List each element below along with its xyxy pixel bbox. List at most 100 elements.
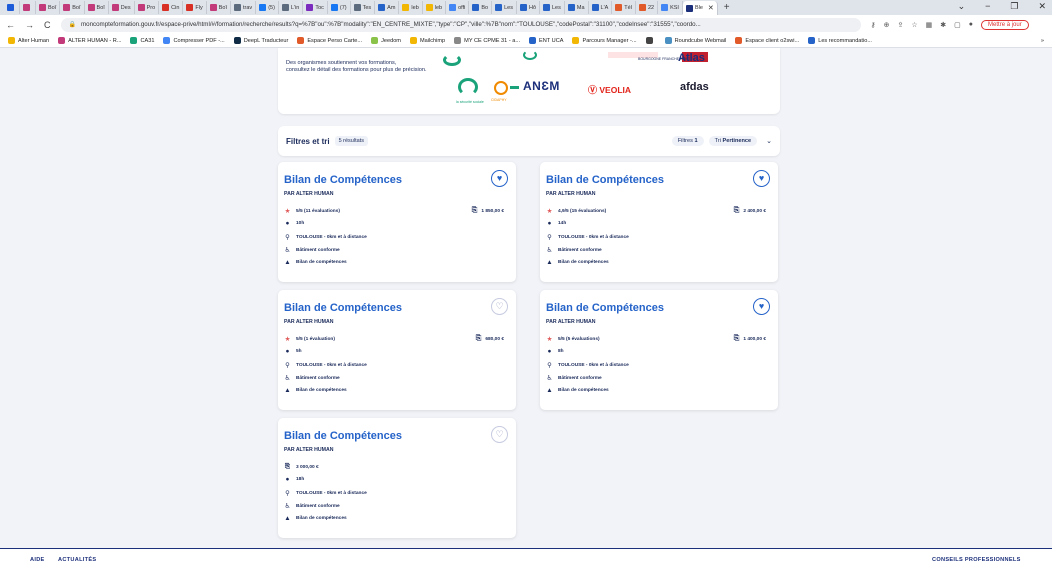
- browser-tab[interactable]: Hô: [517, 1, 540, 14]
- browser-tab[interactable]: Les: [492, 1, 517, 14]
- extension-icon[interactable]: ▦: [926, 21, 933, 29]
- bookmark-item[interactable]: CA31: [130, 37, 154, 44]
- puzzle-icon[interactable]: ✱: [940, 21, 946, 29]
- close-tab-icon[interactable]: ✕: [708, 4, 714, 12]
- browser-tab[interactable]: Am: [375, 1, 400, 14]
- bookmark-star-icon[interactable]: ☆: [911, 21, 917, 29]
- bookmark-item[interactable]: ALTER HUMAN - R...: [58, 37, 121, 44]
- card-organisation: PAR ALTER HUMAN: [284, 447, 334, 453]
- card-rating: ★ 5/5 (11 évaluations): [284, 208, 340, 215]
- card-rating: ★ 4,9/5 (15 évaluations): [546, 208, 607, 215]
- training-card[interactable]: Bilan de Compétences PAR ALTER HUMAN ♥ ⎘ 1 8…: [278, 162, 516, 282]
- update-button[interactable]: Mettre à jour: [981, 19, 1029, 30]
- tab-label: L'A: [600, 4, 609, 11]
- bookmark-item[interactable]: Roundcube Webmail: [664, 37, 726, 44]
- browser-tab[interactable]: Tél: [612, 1, 636, 14]
- training-card[interactable]: Bilan de Compétences PAR ALTER HUMAN ♥ ⎘ 2 4…: [540, 162, 778, 282]
- chevron-down-icon[interactable]: ⌄: [766, 137, 772, 145]
- browser-tab[interactable]: 22: [636, 1, 659, 14]
- browser-tab[interactable]: L'in: [279, 1, 304, 14]
- browser-tab[interactable]: L'A: [589, 1, 613, 14]
- bookmark-item[interactable]: Mailchimp: [409, 37, 445, 44]
- card-title[interactable]: Bilan de Compétences: [546, 302, 664, 314]
- browser-tab[interactable]: Des: [109, 1, 135, 14]
- browser-tab[interactable]: Boî: [60, 1, 85, 14]
- favorite-heart-icon[interactable]: ♥: [491, 170, 508, 187]
- tab-search-icon[interactable]: ⌄: [958, 1, 966, 12]
- bookmark-item[interactable]: MY CE CPME 31 - a...: [454, 37, 520, 44]
- close-window-icon[interactable]: ✕: [1038, 1, 1046, 12]
- bookmark-item[interactable]: DeepL Traducteur: [233, 37, 288, 44]
- favorite-heart-icon[interactable]: ♥: [753, 170, 770, 187]
- browser-tab[interactable]: Les: [540, 1, 565, 14]
- browser-tab[interactable]: Toc: [303, 1, 328, 14]
- profile-avatar[interactable]: ●: [969, 21, 973, 28]
- bookmark-item[interactable]: Alter Human: [8, 37, 49, 44]
- bookmark-item[interactable]: ENT UCA: [529, 37, 563, 44]
- bookmark-item[interactable]: Espace Perso Carte...: [297, 37, 362, 44]
- share-icon[interactable]: ⇪: [898, 21, 904, 29]
- browser-tab[interactable]: Fly: [183, 1, 207, 14]
- favorite-heart-icon[interactable]: ♡: [491, 426, 508, 443]
- browser-tab[interactable]: Pro: [135, 1, 160, 14]
- favorite-heart-icon[interactable]: ♥: [753, 298, 770, 315]
- browser-tab[interactable]: Boî: [85, 1, 109, 14]
- footer-link-actualites[interactable]: ACTUALITÉS: [58, 557, 96, 563]
- bookmarks-more-icon[interactable]: »: [1041, 38, 1044, 44]
- training-card[interactable]: Bilan de Compétences PAR ALTER HUMAN ♡ ⎘ 3 0…: [278, 418, 516, 538]
- browser-tab[interactable]: offi: [446, 1, 470, 14]
- bookmark-item[interactable]: Les recommandatio...: [808, 37, 872, 44]
- bookmark-item[interactable]: Parcours Manager -...: [572, 37, 637, 44]
- minimize-icon[interactable]: −: [985, 1, 990, 12]
- browser-tab[interactable]: (7): [328, 1, 351, 14]
- browser-tab[interactable]: KSI: [658, 1, 683, 14]
- new-tab-icon[interactable]: +: [724, 2, 730, 13]
- tab-label: Boî: [218, 4, 228, 11]
- bookmark-item[interactable]: Jeedom: [371, 37, 401, 44]
- browser-tab[interactable]: Boî: [36, 1, 61, 14]
- accessibility-icon: ♿: [284, 247, 291, 254]
- browser-tab[interactable]: (5): [256, 1, 279, 14]
- browser-tab[interactable]: Ma: [565, 1, 589, 14]
- location-pin-icon: ⚲: [547, 234, 552, 241]
- bookmark-item[interactable]: Espace client o2swi...: [735, 37, 799, 44]
- back-icon[interactable]: ←: [6, 20, 15, 30]
- browser-tab[interactable]: leb: [423, 1, 447, 14]
- browser-tab-active[interactable]: Ble ✕: [682, 1, 718, 15]
- footer-link-aide[interactable]: AIDE: [30, 557, 45, 563]
- reload-icon[interactable]: C: [44, 20, 51, 30]
- key-icon[interactable]: ⚷: [871, 21, 876, 29]
- card-title[interactable]: Bilan de Compétences: [284, 302, 402, 314]
- sidepanel-icon[interactable]: ▢: [954, 21, 961, 29]
- browser-tab[interactable]: Bo: [469, 1, 493, 14]
- training-card[interactable]: Bilan de Compétences PAR ALTER HUMAN ♥ ⎘ 1 4…: [540, 290, 778, 410]
- browser-tab[interactable]: Cin: [159, 1, 184, 14]
- bookmark-favicon-icon: [371, 37, 379, 44]
- filters-button[interactable]: Filtres 1: [671, 136, 704, 146]
- browser-tab[interactable]: Tes: [351, 1, 376, 14]
- filter-bar: Filtres et tri 5 résultats Filtres 1 Tri…: [278, 126, 780, 156]
- bookmark-item[interactable]: [645, 37, 656, 44]
- lock-icon[interactable]: 🔒: [69, 21, 76, 28]
- zoom-icon[interactable]: ⊕: [884, 21, 890, 29]
- browser-tab[interactable]: trav: [231, 1, 257, 14]
- maximize-icon[interactable]: ❐: [1010, 1, 1018, 12]
- tab-label: Hô: [528, 4, 536, 11]
- card-title[interactable]: Bilan de Compétences: [284, 174, 402, 186]
- bookmark-item[interactable]: Compresser PDF -...: [163, 37, 225, 44]
- browser-tab[interactable]: Boî: [207, 1, 232, 14]
- bookmark-label: Espace client o2swi...: [745, 37, 800, 44]
- browser-tab[interactable]: [4, 1, 20, 14]
- card-title[interactable]: Bilan de Compétences: [546, 174, 664, 186]
- training-card[interactable]: Bilan de Compétences PAR ALTER HUMAN ♡ ⎘ 680…: [278, 290, 516, 410]
- favorite-heart-icon[interactable]: ♡: [491, 298, 508, 315]
- forward-icon[interactable]: →: [25, 20, 34, 30]
- browser-tab[interactable]: [20, 1, 36, 14]
- sort-button[interactable]: Tri Pertinence: [708, 136, 758, 146]
- url-input[interactable]: 🔒 moncompteformation.gouv.fr/espace-priv…: [60, 17, 861, 32]
- footer-link-conseils[interactable]: CONSEILS PROFESSIONNELS: [932, 557, 1021, 563]
- logo-cidaphy-icon: [494, 81, 508, 95]
- tab-label: Pro: [146, 4, 156, 11]
- browser-tab[interactable]: leb: [399, 1, 423, 14]
- card-title[interactable]: Bilan de Compétences: [284, 430, 402, 442]
